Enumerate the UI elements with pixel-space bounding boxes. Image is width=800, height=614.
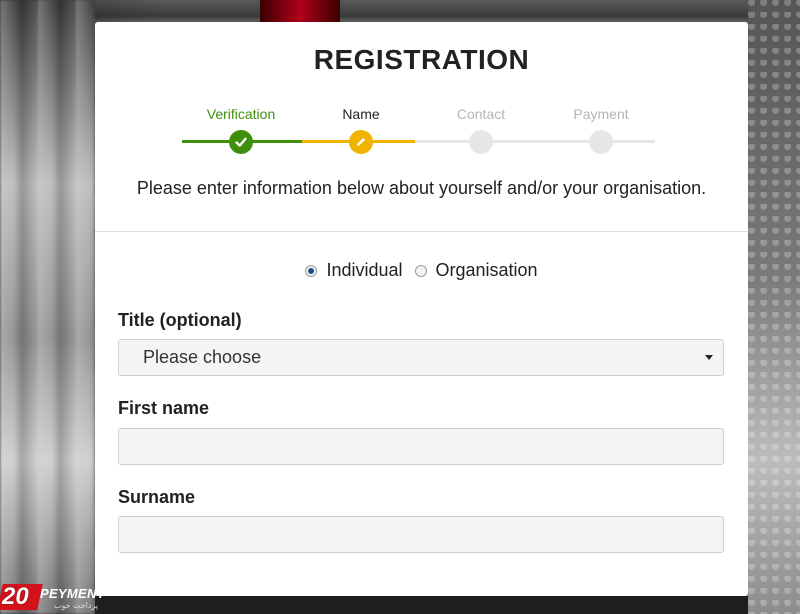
title-select[interactable]: Please choose [118,339,724,376]
radio-individual[interactable] [305,264,318,277]
logo-subtitle: پرداخت خوب [54,601,99,610]
radio-label-organisation: Organisation [435,260,538,280]
step-dot-name [349,130,373,154]
watermark-logo: 20 PEYMENT پرداخت خوب [0,582,110,614]
background-red-glow [260,0,340,22]
section-divider [95,231,748,232]
step-label-payment: Payment [573,106,629,122]
radio-option-individual[interactable]: Individual [305,260,403,281]
background-right [748,0,800,614]
radio-option-organisation[interactable]: Organisation [414,260,538,281]
title-select-value: Please choose [143,347,262,367]
step-dot-verification [229,130,253,154]
progress-steps: Verification Name Contact Payment [95,22,748,182]
intro-text: Please enter information below about you… [136,178,707,198]
registration-card: REGISTRATION Verification Name Contact P… [95,22,748,596]
background-left [0,0,95,614]
step-label-contact: Contact [456,106,506,122]
surname-field[interactable] [118,516,724,553]
surname-label: Surname [118,487,196,507]
step-label-verification: Verification [206,106,276,122]
first-name-label: First name [118,398,210,418]
account-type-radios: Individual Organisation [95,260,748,281]
checkmark-icon [235,137,247,147]
step-dot-payment [589,130,613,154]
radio-organisation[interactable] [414,264,427,277]
first-name-field[interactable] [118,428,724,465]
pencil-icon [357,138,365,146]
step-label-name: Name [342,106,380,122]
step-track-contact [415,140,655,143]
radio-label-individual: Individual [326,260,403,280]
bottom-bar [95,596,748,614]
logo-number: 20 [2,583,29,610]
caret-down-icon [705,355,713,360]
logo-brand: PEYMENT [40,586,105,601]
step-dot-contact [469,130,493,154]
title-label: Title (optional) [118,310,242,330]
